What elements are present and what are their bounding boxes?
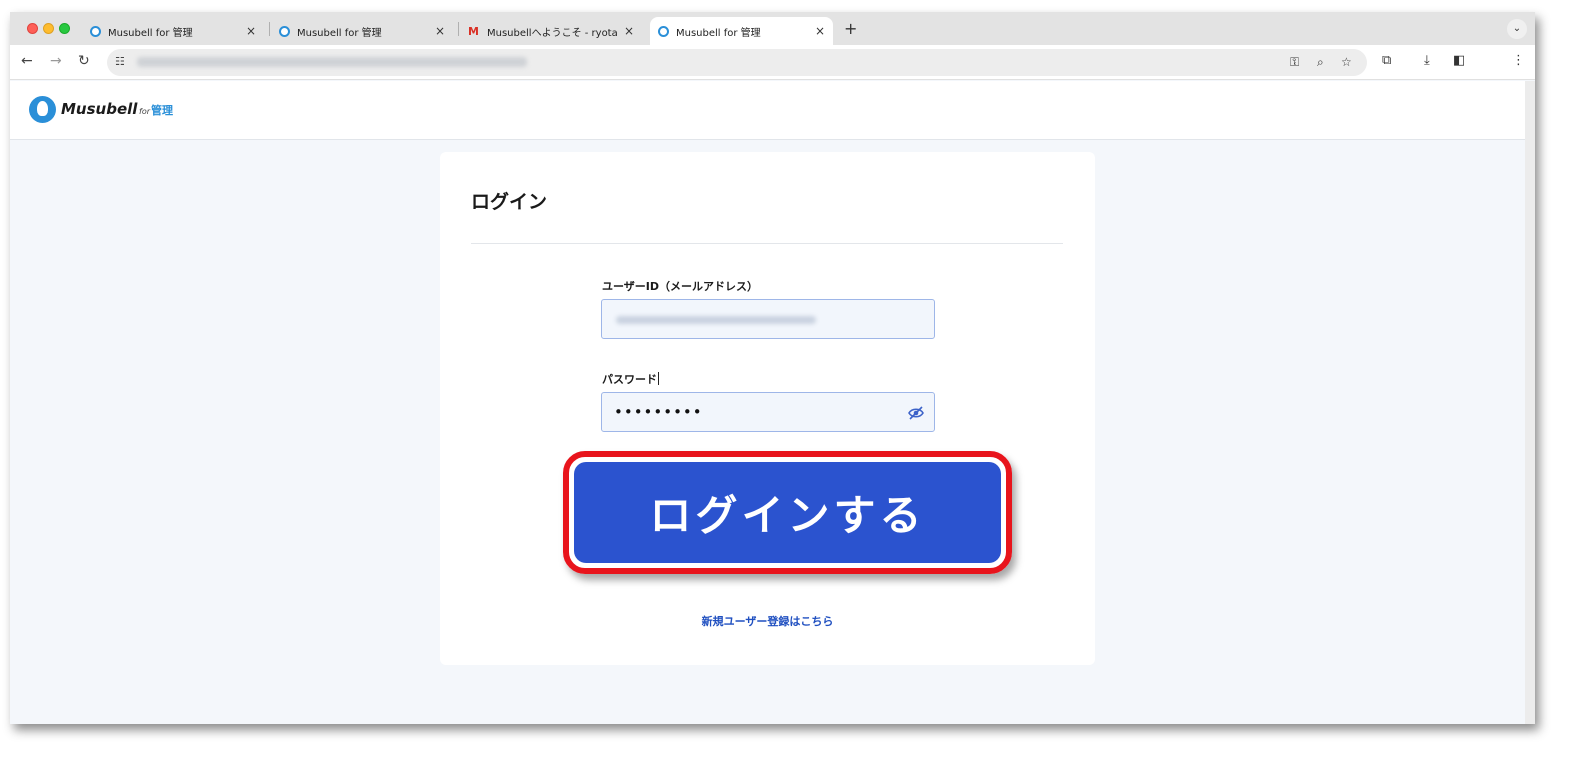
close-window-button[interactable] — [27, 23, 38, 34]
url-redacted — [137, 57, 527, 67]
divider — [471, 243, 1063, 244]
tab-search-button[interactable]: ⌄ — [1507, 19, 1527, 39]
side-panel-icon[interactable]: ◧ — [1453, 53, 1465, 68]
tab-strip: Musubell for 管理 × Musubell for 管理 × M Mu… — [10, 12, 1535, 45]
password-label: パスワード — [602, 373, 657, 386]
user-id-label: ユーザーID（メールアドレス） — [602, 280, 759, 293]
tab-divider — [458, 22, 459, 36]
bookmark-star-icon[interactable]: ☆ — [1341, 55, 1352, 69]
tab-title: Musubellへようこそ - ryota-u — [487, 27, 618, 39]
password-input[interactable]: ••••••••• — [601, 392, 935, 432]
browser-tab[interactable]: Musubell for 管理 × — [271, 17, 453, 45]
logo-suffix: 管理 — [151, 104, 173, 117]
tab-title: Musubell for 管理 — [297, 27, 382, 39]
browser-tab[interactable]: M Musubellへようこそ - ryota-u × — [460, 17, 642, 45]
new-tab-button[interactable]: + — [844, 19, 857, 38]
hide-password-eye-icon[interactable] — [908, 405, 924, 421]
password-value: ••••••••• — [614, 403, 703, 421]
login-button-highlight: ログインする — [563, 451, 1012, 574]
browser-window: Musubell for 管理 × Musubell for 管理 × M Mu… — [10, 12, 1535, 724]
password-key-icon[interactable]: ⚿ — [1290, 55, 1299, 70]
more-menu-icon[interactable]: ⋮ — [1512, 53, 1525, 68]
page-title: ログイン — [471, 191, 548, 213]
download-icon[interactable]: ⤓ — [1424, 53, 1430, 68]
tab-close-icon[interactable]: × — [815, 24, 825, 38]
password-label-wrap: パスワード — [602, 371, 659, 387]
tab-title: Musubell for 管理 — [676, 27, 761, 39]
musubell-favicon-icon — [90, 25, 101, 37]
browser-tab-active[interactable]: Musubell for 管理 × — [650, 17, 833, 45]
logo-for: for — [139, 107, 150, 116]
logo-name: Musubell — [61, 100, 138, 118]
gmail-icon: M — [468, 24, 479, 38]
login-card: ログイン ユーザーID（メールアドレス） パスワード ••••••••• ログイ… — [440, 152, 1095, 665]
tab-title: Musubell for 管理 — [108, 27, 193, 39]
tab-close-icon[interactable]: × — [246, 24, 256, 38]
tab-close-icon[interactable]: × — [435, 24, 445, 38]
email-value-redacted — [616, 316, 816, 324]
minimize-window-button[interactable] — [43, 23, 54, 34]
reload-icon[interactable]: ↻ — [78, 53, 90, 69]
musubell-favicon-icon — [658, 25, 669, 37]
maximize-window-button[interactable] — [59, 23, 70, 34]
browser-toolbar: ← → ↻ ☷ ⚿ ⌕ ☆ ⧉ ⤓ ◧ ⋮ — [10, 45, 1535, 80]
user-id-input[interactable] — [601, 299, 935, 339]
back-arrow-icon[interactable]: ← — [21, 53, 33, 69]
zoom-icon[interactable]: ⌕ — [1317, 55, 1324, 70]
scrollbar[interactable] — [1525, 81, 1535, 724]
site-header: Musubell for 管理 — [10, 81, 1525, 140]
browser-tab[interactable]: Musubell for 管理 × — [82, 17, 264, 45]
address-bar[interactable]: ☷ ⚿ ⌕ ☆ — [107, 49, 1367, 76]
musubell-favicon-icon — [279, 25, 290, 37]
site-settings-icon[interactable]: ☷ — [115, 55, 125, 68]
text-caret — [658, 372, 659, 385]
tab-divider — [269, 22, 270, 36]
forward-arrow-icon[interactable]: → — [50, 53, 62, 69]
extensions-icon[interactable]: ⧉ — [1382, 53, 1391, 68]
tab-close-icon[interactable]: × — [624, 24, 634, 38]
register-link[interactable]: 新規ユーザー登録はこちら — [440, 613, 1095, 629]
musubell-logo-icon — [29, 96, 56, 123]
login-submit-button[interactable]: ログインする — [574, 462, 1001, 563]
